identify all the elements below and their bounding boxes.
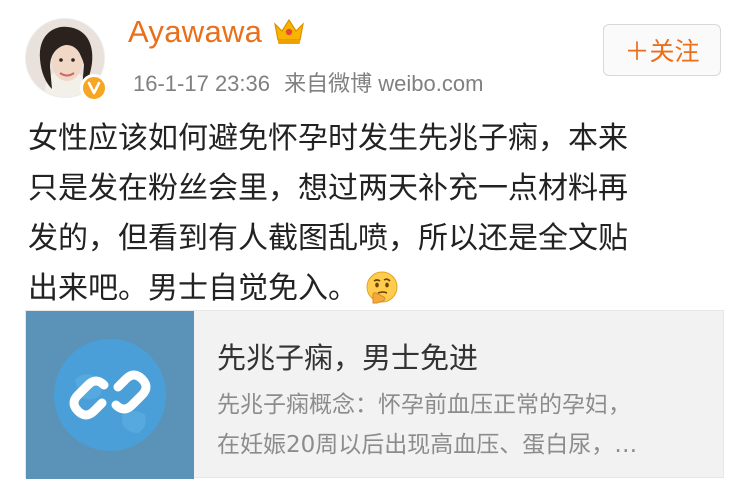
follow-button[interactable]: ＋关注 bbox=[603, 24, 721, 76]
card-desc-line: 在妊娠20周以后出现高血压、蛋白尿，… bbox=[217, 432, 638, 458]
post-source: 来自微博 weibo.com bbox=[284, 71, 484, 96]
thinking-face-icon bbox=[366, 271, 398, 304]
username[interactable]: Ayawawa bbox=[128, 14, 262, 50]
weibo-post: Ayawawa 16-1-17 23:36 来自微博 weibo.com ＋关注… bbox=[0, 0, 750, 499]
content-line: 发的，但看到有人截图乱喷，所以还是全文贴 bbox=[28, 221, 628, 256]
card-thumbnail bbox=[26, 311, 194, 479]
card-title[interactable]: 先兆子痫，男士免进 bbox=[217, 335, 478, 377]
verified-badge-icon bbox=[80, 74, 108, 102]
content-line: 只是发在粉丝会里，想过两天补充一点材料再 bbox=[28, 171, 628, 206]
post-content: 女性应该如何避免怀孕时发生先兆子痫，本来 只是发在粉丝会里，想过两天补充一点材料… bbox=[28, 114, 728, 314]
content-line-text: 出来吧。男士自觉免入。 bbox=[28, 271, 358, 306]
link-card[interactable]: 先兆子痫，男士免进 先兆子痫概念：怀孕前血压正常的孕妇， 在妊娠20周以后出现高… bbox=[25, 310, 724, 479]
card-desc-line: 先兆子痫概念：怀孕前血压正常的孕妇， bbox=[217, 392, 631, 418]
link-icon bbox=[54, 339, 166, 451]
crown-icon bbox=[274, 18, 304, 44]
post-meta: 16-1-17 23:36 来自微博 weibo.com bbox=[133, 66, 491, 98]
content-line: 女性应该如何避免怀孕时发生先兆子痫，本来 bbox=[28, 121, 628, 156]
card-description: 先兆子痫概念：怀孕前血压正常的孕妇， 在妊娠20周以后出现高血压、蛋白尿，… bbox=[217, 385, 707, 465]
content-line: 出来吧。男士自觉免入。 bbox=[28, 264, 728, 314]
post-timestamp[interactable]: 16-1-17 23:36 bbox=[133, 71, 270, 96]
